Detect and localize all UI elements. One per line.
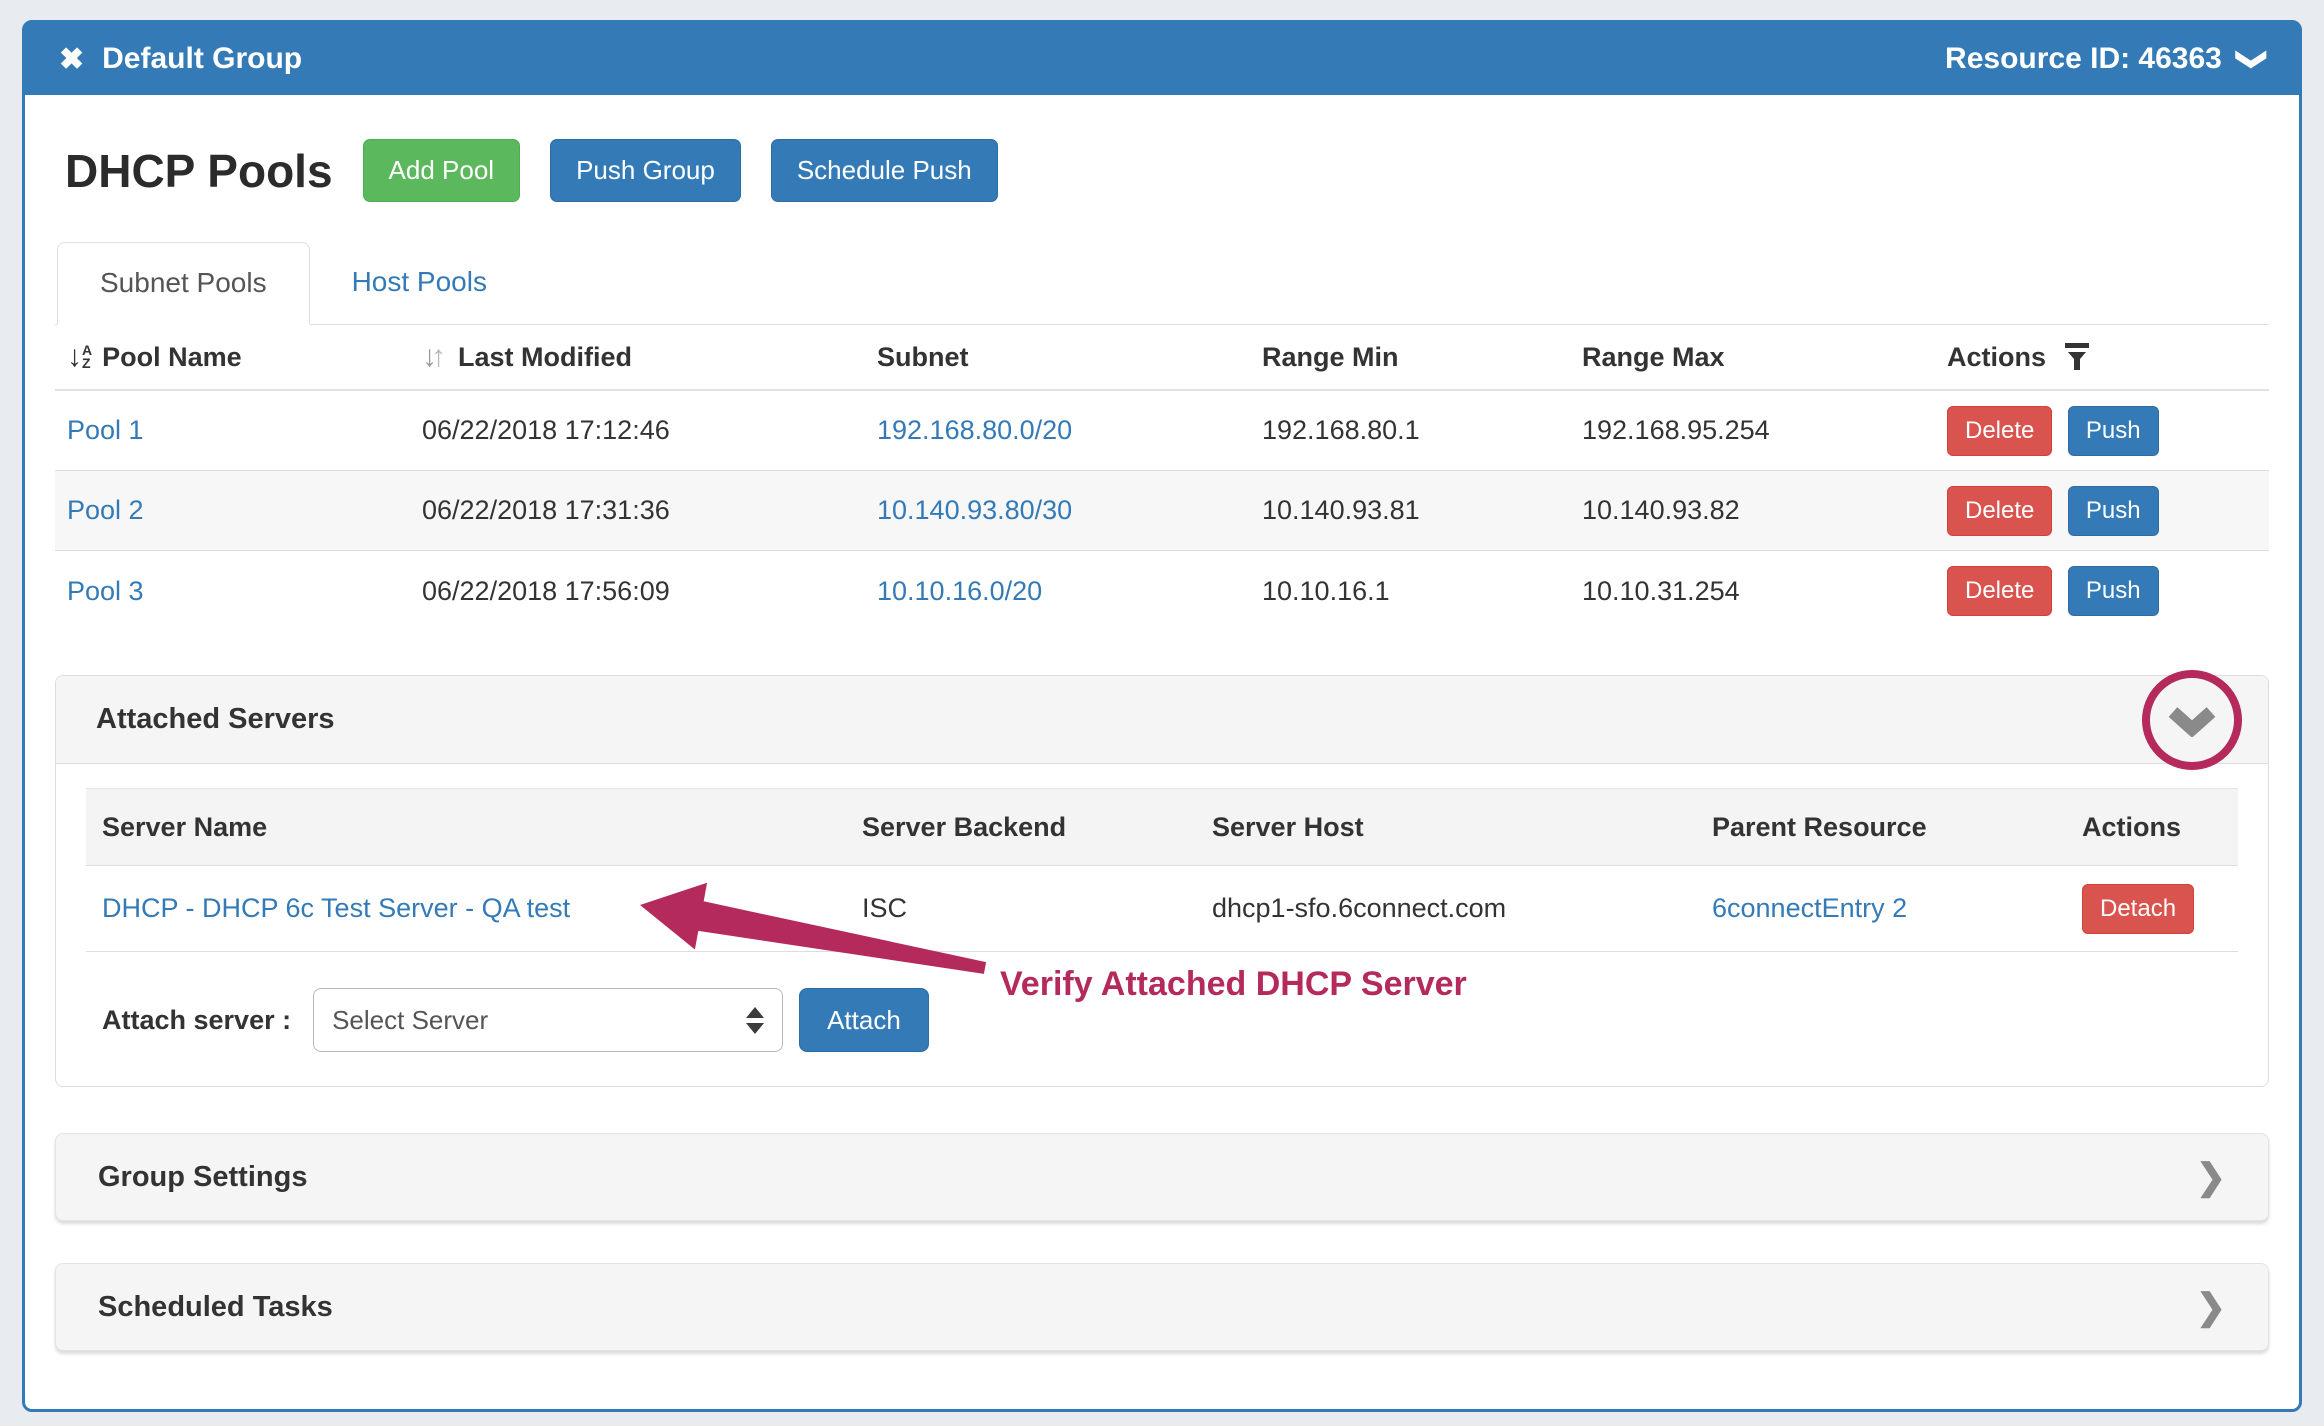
- server-row: DHCP - DHCP 6c Test Server - QA test ISC…: [86, 866, 2238, 952]
- delete-button[interactable]: Delete: [1947, 406, 2052, 456]
- col-server-host: Server Host: [1212, 812, 1712, 843]
- subnet-link[interactable]: 10.140.93.80/30: [877, 495, 1072, 525]
- col-actions: Actions: [1947, 342, 2046, 373]
- add-pool-button[interactable]: Add Pool: [363, 139, 521, 202]
- detach-button[interactable]: Detach: [2082, 884, 2194, 934]
- col-range-min: Range Min: [1262, 342, 1582, 373]
- servers-table-header: Server Name Server Backend Server Host P…: [86, 788, 2238, 866]
- tab-host-pools[interactable]: Host Pools: [310, 242, 529, 324]
- table-row: Pool 1 06/22/2018 17:12:46 192.168.80.0/…: [55, 391, 2269, 471]
- default-group-card: ✖ Default Group Resource ID: 46363 ❯ DHC…: [22, 20, 2302, 1412]
- title-row: DHCP Pools Add Pool Push Group Schedule …: [65, 139, 2269, 202]
- push-button[interactable]: Push: [2068, 566, 2159, 616]
- filter-icon[interactable]: [2064, 343, 2090, 371]
- delete-button[interactable]: Delete: [1947, 566, 2052, 616]
- parent-resource-link[interactable]: 6connectEntry 2: [1712, 893, 1907, 923]
- tab-subnet-pools[interactable]: Subnet Pools: [57, 242, 310, 325]
- group-settings-panel[interactable]: Group Settings ❯: [55, 1133, 2269, 1221]
- range-max-value: 10.140.93.82: [1582, 495, 1947, 526]
- pools-table-header: ↓ A Z Pool Name ↓↑ Last Modified Subnet …: [55, 325, 2269, 391]
- attached-servers-header[interactable]: Attached Servers: [56, 676, 2268, 764]
- col-server-name: Server Name: [102, 812, 862, 843]
- select-spinner-icon: [746, 1007, 764, 1034]
- scheduled-tasks-panel[interactable]: Scheduled Tasks ❯: [55, 1263, 2269, 1351]
- delete-button[interactable]: Delete: [1947, 486, 2052, 536]
- chevron-down-icon: [2166, 703, 2218, 737]
- col-subnet: Subnet: [877, 342, 1262, 373]
- server-host-value: dhcp1-sfo.6connect.com: [1212, 893, 1712, 924]
- last-modified-value: 06/22/2018 17:12:46: [422, 415, 877, 446]
- pool-tabs: Subnet Pools Host Pools: [55, 242, 2269, 325]
- push-button[interactable]: Push: [2068, 406, 2159, 456]
- page-title: DHCP Pools: [65, 144, 333, 198]
- range-min-value: 10.140.93.81: [1262, 495, 1582, 526]
- last-modified-value: 06/22/2018 17:31:36: [422, 495, 877, 526]
- subnet-link[interactable]: 10.10.16.0/20: [877, 576, 1042, 606]
- range-max-value: 10.10.31.254: [1582, 576, 1947, 607]
- attached-servers-title: Attached Servers: [96, 703, 335, 736]
- close-icon[interactable]: ✖: [59, 42, 84, 77]
- server-name-link[interactable]: DHCP - DHCP 6c Test Server - QA test: [102, 893, 570, 923]
- group-title: Default Group: [102, 42, 302, 76]
- server-select-value: Select Server: [332, 1005, 488, 1036]
- table-row: Pool 2 06/22/2018 17:31:36 10.140.93.80/…: [55, 471, 2269, 551]
- server-select[interactable]: Select Server: [313, 988, 783, 1052]
- push-group-button[interactable]: Push Group: [550, 139, 741, 202]
- col-range-max: Range Max: [1582, 342, 1947, 373]
- pool-link[interactable]: Pool 2: [67, 495, 144, 525]
- chevron-right-icon: ❯: [2196, 1156, 2226, 1198]
- col-server-backend: Server Backend: [862, 812, 1212, 843]
- attach-server-row: Attach server : Select Server Attach: [86, 988, 2238, 1052]
- attached-servers-body: Server Name Server Backend Server Host P…: [56, 764, 2268, 1086]
- col-parent-resource: Parent Resource: [1712, 812, 2082, 843]
- subnet-link[interactable]: 192.168.80.0/20: [877, 415, 1072, 445]
- table-row: Pool 3 06/22/2018 17:56:09 10.10.16.0/20…: [55, 551, 2269, 631]
- push-button[interactable]: Push: [2068, 486, 2159, 536]
- schedule-push-button[interactable]: Schedule Push: [771, 139, 998, 202]
- group-settings-title: Group Settings: [98, 1161, 307, 1194]
- col-server-actions: Actions: [2082, 812, 2222, 843]
- chevron-right-icon: ❯: [2196, 1286, 2226, 1328]
- pool-link[interactable]: Pool 1: [67, 415, 144, 445]
- scheduled-tasks-title: Scheduled Tasks: [98, 1291, 333, 1324]
- attached-servers-panel: Attached Servers Server Name Server Back…: [55, 675, 2269, 1087]
- card-body: DHCP Pools Add Pool Push Group Schedule …: [25, 95, 2299, 1351]
- sort-alpha-icon[interactable]: ↓ A Z: [67, 340, 92, 374]
- range-max-value: 192.168.95.254: [1582, 415, 1947, 446]
- attach-server-label: Attach server :: [102, 1005, 291, 1036]
- resource-id-label: Resource ID: 46363: [1945, 42, 2222, 76]
- collapse-section-control[interactable]: [2164, 700, 2220, 740]
- attach-button[interactable]: Attach: [799, 988, 929, 1052]
- group-titlebar: ✖ Default Group Resource ID: 46363 ❯: [25, 23, 2299, 95]
- range-min-value: 192.168.80.1: [1262, 415, 1582, 446]
- subnet-pools-table: ↓ A Z Pool Name ↓↑ Last Modified Subnet …: [55, 325, 2269, 631]
- col-pool-name: Pool Name: [102, 342, 242, 373]
- last-modified-value: 06/22/2018 17:56:09: [422, 576, 877, 607]
- server-backend-value: ISC: [862, 893, 1212, 924]
- pool-link[interactable]: Pool 3: [67, 576, 144, 606]
- sort-updown-icon[interactable]: ↓↑: [422, 340, 440, 374]
- collapse-card-chevron-down-icon[interactable]: ❯: [2235, 46, 2270, 71]
- range-min-value: 10.10.16.1: [1262, 576, 1582, 607]
- col-last-modified: Last Modified: [458, 342, 632, 373]
